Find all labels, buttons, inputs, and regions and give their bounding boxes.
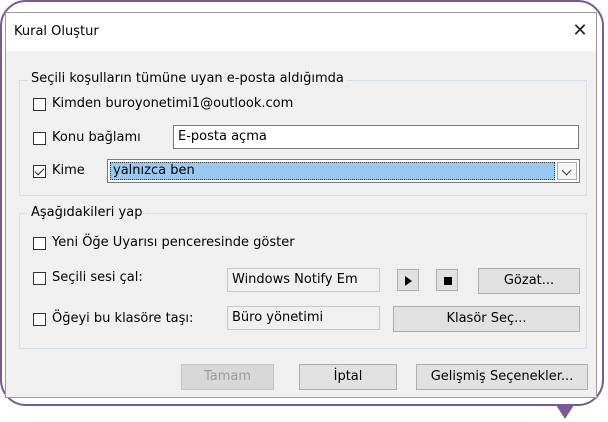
- dialog-title: Kural Oluştur: [14, 24, 99, 39]
- move-checkbox[interactable]: [33, 313, 46, 326]
- actions-legend: Aşağıdakileri yap: [28, 205, 146, 220]
- folder-field[interactable]: Büro yönetimi: [227, 306, 380, 330]
- chevron-down-icon[interactable]: [557, 162, 577, 180]
- play-sound-button[interactable]: [397, 269, 419, 291]
- recipient-select[interactable]: yalnızca ben: [107, 159, 580, 183]
- move-label: Öğeyi bu klasöre taşı:: [52, 311, 194, 326]
- subject-label: Konu bağlamı: [52, 130, 141, 145]
- frame-divider: [40, 404, 580, 406]
- subject-input[interactable]: E-posta açma: [173, 125, 579, 149]
- from-checkbox[interactable]: [33, 98, 46, 111]
- sound-label: Seçili sesi çal:: [52, 270, 143, 285]
- play-icon: [405, 276, 412, 286]
- stop-icon: [444, 277, 452, 285]
- alert-checkbox[interactable]: [33, 237, 46, 250]
- alert-label: Yeni Öğe Uyarısı penceresinde göster: [52, 235, 295, 250]
- subject-checkbox[interactable]: [33, 132, 46, 145]
- select-folder-button[interactable]: Klasör Seç...: [393, 306, 580, 332]
- from-label: Kimden buroyonetimi1@outlook.com: [52, 96, 294, 111]
- to-label: Kime: [52, 163, 85, 178]
- sound-file-field[interactable]: Windows Notify Em: [227, 268, 380, 292]
- close-icon[interactable]: ✕: [566, 17, 594, 45]
- cancel-button[interactable]: İptal: [299, 364, 397, 390]
- conditions-legend: Seçili koşulların tümüne uyan e-posta al…: [28, 71, 347, 86]
- frame-corner-marker: [556, 405, 574, 419]
- ok-button[interactable]: Tamam: [181, 364, 274, 390]
- advanced-options-button[interactable]: Gelişmiş Seçenekler...: [416, 364, 588, 390]
- create-rule-dialog: Kural Oluştur ✕ Seçili koşulların tümüne…: [5, 12, 597, 398]
- sound-checkbox[interactable]: [33, 272, 46, 285]
- browse-button[interactable]: Gözat...: [478, 268, 580, 294]
- to-checkbox[interactable]: [33, 165, 46, 178]
- stop-sound-button[interactable]: [436, 269, 458, 291]
- title-bar: Kural Oluştur ✕: [6, 13, 596, 51]
- recipient-select-value: yalnızca ben: [110, 162, 555, 180]
